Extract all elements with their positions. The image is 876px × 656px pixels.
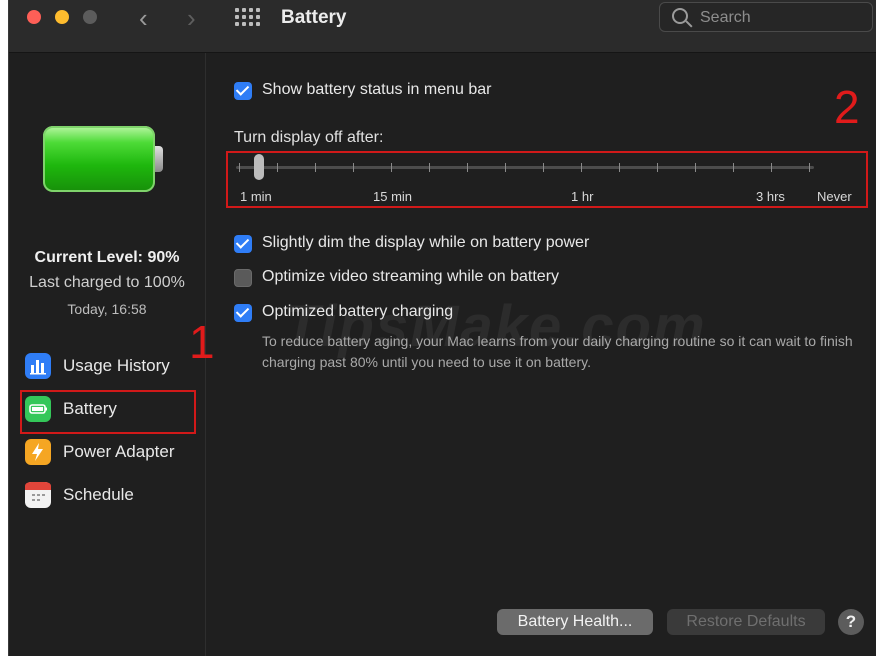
optimized-charging-checkbox[interactable] (234, 304, 252, 322)
dim-display-label: Slightly dim the display while on batter… (262, 234, 590, 251)
current-level: Current Level: 90% (34, 249, 180, 266)
charged-time: Today, 16:58 (67, 301, 147, 317)
optimize-video-checkbox[interactable] (234, 269, 252, 287)
sidebar-item-label: Usage History (63, 356, 170, 375)
restore-defaults-button[interactable]: Restore Defaults (667, 609, 825, 635)
search-icon (672, 8, 688, 24)
display-off-label: Turn display off after: (234, 129, 384, 146)
sidebar-item-usage-history[interactable]: Usage History (23, 347, 201, 385)
sidebar: Current Level: 90% Last charged to 100% … (9, 53, 215, 656)
optimized-charging-description: To reduce battery aging, your Mac learns… (262, 333, 853, 370)
optimized-charging-label: Optimized battery charging (262, 303, 454, 320)
forward-arrow-icon[interactable]: › (187, 3, 196, 34)
window-title: Battery (281, 7, 347, 28)
sidebar-item-power-adapter[interactable]: Power Adapter (23, 433, 201, 471)
help-button[interactable]: ? (838, 609, 864, 635)
annotation-two: 2 (834, 81, 860, 133)
sidebar-item-label: Power Adapter (63, 442, 175, 461)
show-all-grid-icon[interactable] (235, 6, 261, 26)
lightning-icon (25, 439, 51, 465)
back-arrow-icon[interactable]: ‹ (139, 3, 148, 34)
sidebar-item-schedule[interactable]: Schedule (23, 476, 201, 514)
dim-display-checkbox[interactable] (234, 235, 252, 253)
show-status-label: Show battery status in menu bar (262, 81, 492, 98)
search-input[interactable] (698, 6, 862, 30)
zoom-button[interactable] (83, 10, 97, 24)
last-charged: Last charged to 100% (29, 274, 185, 291)
close-button[interactable] (27, 10, 41, 24)
battery-health-button[interactable]: Battery Health... (497, 609, 653, 635)
battery-tip (155, 146, 163, 172)
search-field[interactable] (659, 2, 873, 32)
title-bar: ‹ › Battery (9, 0, 876, 53)
sidebar-item-label: Schedule (63, 485, 134, 504)
calendar-icon (25, 482, 51, 508)
battery-body (43, 126, 155, 192)
optimize-video-label: Optimize video streaming while on batter… (262, 268, 560, 285)
show-status-checkbox[interactable] (234, 82, 252, 100)
slider-highlight-box (226, 151, 868, 208)
battery-highlight-box (20, 390, 196, 434)
main-panel: TipsMake.com Show battery status in menu… (206, 53, 876, 656)
preferences-window: ‹ › Battery Current Level: 90% Last char… (8, 0, 876, 656)
battery-level-graphic (43, 126, 163, 192)
bar-chart-icon (25, 353, 51, 379)
minimize-button[interactable] (55, 10, 69, 24)
